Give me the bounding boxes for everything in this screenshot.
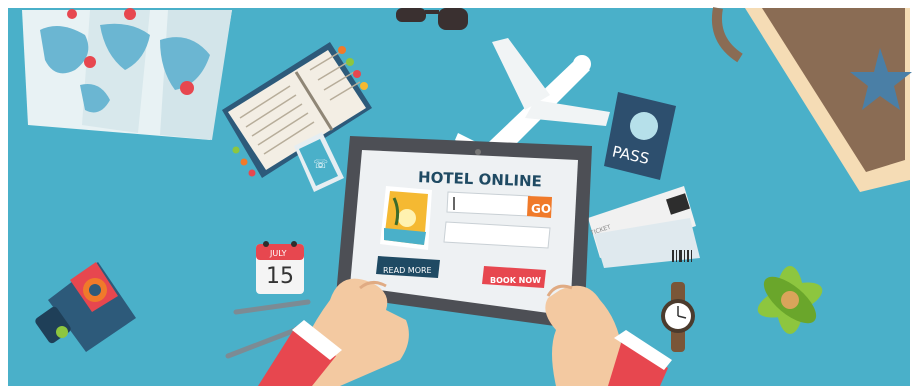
go-button[interactable]: GO — [527, 196, 552, 218]
svg-text:☏: ☏ — [313, 157, 328, 171]
map-pin-icon — [84, 56, 96, 68]
read-more-label: READ MORE — [383, 266, 432, 275]
map-pin-icon — [180, 81, 194, 95]
world-map — [22, 8, 232, 140]
calendar-day: 15 — [266, 264, 294, 289]
book-now-label: BOOK NOW — [490, 276, 541, 285]
go-button-label: GO — [531, 202, 551, 216]
map-pin-icon — [124, 8, 136, 20]
travel-booking-illustration: ☏ PASS TICKET JULY 15 HOTEL ONLINE GO RE… — [8, 7, 912, 386]
beach-photo — [380, 186, 432, 250]
map-pin-icon — [67, 9, 77, 19]
search-field[interactable] — [446, 191, 531, 217]
calendar-month: JULY — [269, 249, 287, 258]
